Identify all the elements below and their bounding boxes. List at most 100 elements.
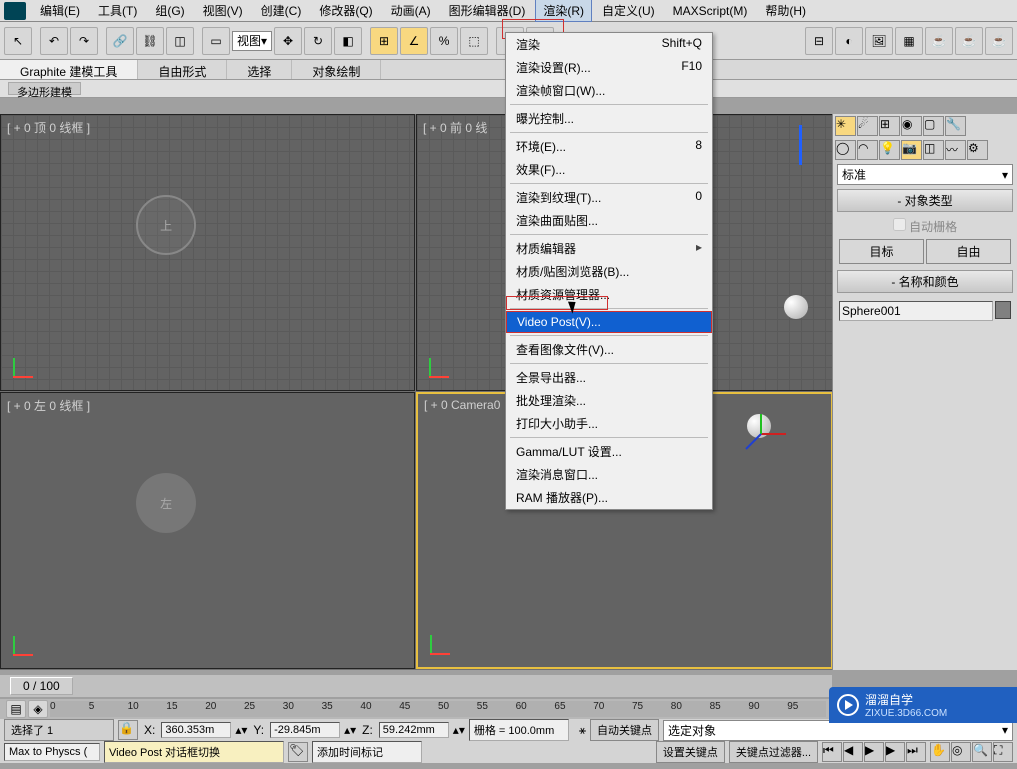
rollout-namecolor-header[interactable]: - 名称和颜色: [837, 270, 1013, 293]
render-preset-icon[interactable]: ☕: [955, 27, 983, 55]
create-subtype-dropdown[interactable]: 标准▾: [837, 164, 1013, 185]
x-coord-input[interactable]: [161, 722, 231, 738]
autokey-button[interactable]: 自动关键点: [590, 719, 659, 741]
render-menu-item[interactable]: 全景导出器...: [506, 366, 712, 389]
render-menu-item[interactable]: 渲染帧窗口(W)...: [506, 79, 712, 102]
render-setup-icon[interactable]: 🖼: [865, 27, 893, 55]
material-editor-icon[interactable]: ◐: [835, 27, 863, 55]
create-tab-icon[interactable]: ✳: [835, 116, 856, 136]
maximize-icon[interactable]: ⛶: [993, 742, 1013, 762]
motion-tab-icon[interactable]: ◉: [901, 116, 922, 136]
next-frame-icon[interactable]: ▶: [885, 742, 905, 762]
hierarchy-tab-icon[interactable]: ⊞: [879, 116, 900, 136]
render-menu-item[interactable]: Video Post(V)...: [506, 311, 712, 333]
move-gizmo-icon[interactable]: [741, 414, 791, 454]
sphere-object-front[interactable]: [784, 295, 808, 319]
ribbon-tab-selection[interactable]: 选择: [227, 60, 292, 79]
angle-snap-icon[interactable]: ∠: [400, 27, 428, 55]
shapes-icon[interactable]: ◠: [857, 140, 878, 160]
menu-help[interactable]: 帮助(H): [757, 0, 814, 22]
menu-maxscript[interactable]: MAXScript(M): [665, 1, 756, 21]
undo-icon[interactable]: ↶: [40, 27, 68, 55]
goto-end-icon[interactable]: ⏭: [906, 742, 926, 762]
render-last-icon[interactable]: ☕: [985, 27, 1013, 55]
viewport-left[interactable]: [ + 0 左 0 线框 ] 左: [0, 392, 415, 669]
render-menu-item[interactable]: 效果(F)...: [506, 158, 712, 181]
menu-customize[interactable]: 自定义(U): [594, 0, 663, 22]
orbit-icon[interactable]: ◎: [951, 742, 971, 762]
render-menu-item[interactable]: 环境(E)...8: [506, 135, 712, 158]
snap-toggle-icon[interactable]: ⊞: [370, 27, 398, 55]
spacewarps-icon[interactable]: 〰: [945, 140, 966, 160]
redo-icon[interactable]: ↷: [70, 27, 98, 55]
view-dropdown[interactable]: 视图 ▾: [232, 31, 272, 51]
render-menu-item[interactable]: 查看图像文件(V)...: [506, 338, 712, 361]
render-menu-item[interactable]: RAM 播放器(P)...: [506, 486, 712, 509]
menu-tools[interactable]: 工具(T): [90, 0, 145, 22]
menu-group[interactable]: 组(G): [147, 0, 192, 22]
render-menu-item[interactable]: 打印大小助手...: [506, 412, 712, 435]
viewport-top[interactable]: [ + 0 顶 0 线框 ] 上: [0, 114, 415, 391]
spinner-snap-icon[interactable]: ⬚: [460, 27, 488, 55]
addtag-icon[interactable]: 🏷: [288, 742, 308, 762]
menu-animation[interactable]: 动画(A): [383, 0, 439, 22]
menu-render[interactable]: 渲染(R): [535, 0, 592, 22]
play-icon[interactable]: ▶: [864, 742, 884, 762]
ribbon-tab-freeform[interactable]: 自由形式: [138, 60, 227, 79]
viewcube-left[interactable]: 左: [136, 473, 196, 533]
target-button[interactable]: 目标: [839, 239, 924, 264]
render-frame-icon[interactable]: ▦: [895, 27, 923, 55]
goto-start-icon[interactable]: ⏮: [822, 742, 842, 762]
trackbar-toggle-icon[interactable]: ▤: [6, 700, 26, 718]
render-menu-item[interactable]: 材质编辑器▸: [506, 237, 712, 260]
pan-icon[interactable]: ✋: [930, 742, 950, 762]
schematic-icon[interactable]: ⊟: [805, 27, 833, 55]
track-bar[interactable]: ▤ ◈ 051015202530354045505560657075808590…: [0, 699, 832, 719]
menu-create[interactable]: 创建(C): [253, 0, 310, 22]
rotate-icon[interactable]: ↻: [304, 27, 332, 55]
y-coord-input[interactable]: [270, 722, 340, 738]
ribbon-tab-graphite[interactable]: Graphite 建模工具: [0, 60, 138, 79]
menu-view[interactable]: 视图(V): [195, 0, 251, 22]
render-menu-item[interactable]: 渲染设置(R)...F10: [506, 56, 712, 79]
utilities-tab-icon[interactable]: 🔧: [945, 116, 966, 136]
ribbon-tab-objectpaint[interactable]: 对象绘制: [292, 60, 381, 79]
color-swatch[interactable]: [995, 301, 1011, 319]
script-listener[interactable]: Max to Physcs (: [4, 743, 100, 761]
time-slider-handle[interactable]: 0 / 100: [10, 677, 73, 695]
viewcube-top[interactable]: 上: [136, 195, 196, 255]
move-icon[interactable]: ✥: [274, 27, 302, 55]
render-menu-item[interactable]: 材质资源管理器...: [506, 283, 712, 306]
autogrid-checkbox[interactable]: 自动栅格: [839, 218, 1011, 235]
prev-frame-icon[interactable]: ◀: [843, 742, 863, 762]
object-name-input[interactable]: [839, 301, 993, 321]
setkey-button[interactable]: 设置关键点: [656, 741, 725, 763]
percent-snap-icon[interactable]: %: [430, 27, 458, 55]
render-menu-item[interactable]: 渲染Shift+Q: [506, 33, 712, 56]
cameras-icon[interactable]: 📷: [901, 140, 922, 160]
quick-render-icon[interactable]: ☕: [925, 27, 953, 55]
cursor-icon[interactable]: ↖: [4, 27, 32, 55]
unlink-icon[interactable]: ⛓: [136, 27, 164, 55]
zoom-icon[interactable]: 🔍: [972, 742, 992, 762]
render-menu-item[interactable]: 材质/贴图浏览器(B)...: [506, 260, 712, 283]
scale-icon[interactable]: ◧: [334, 27, 362, 55]
render-menu-item[interactable]: 渲染到纹理(T)...0: [506, 186, 712, 209]
free-button[interactable]: 自由: [926, 239, 1011, 264]
systems-icon[interactable]: ⚙: [967, 140, 988, 160]
addtag-label[interactable]: 添加时间标记: [312, 741, 422, 763]
display-tab-icon[interactable]: ▢: [923, 116, 944, 136]
keyfilter-button[interactable]: 关键点过滤器...: [729, 741, 818, 763]
render-menu-item[interactable]: 渲染曲面贴图...: [506, 209, 712, 232]
rollout-objecttype-header[interactable]: - 对象类型: [837, 189, 1013, 212]
lock-icon[interactable]: 🔒: [118, 720, 138, 740]
lights-icon[interactable]: 💡: [879, 140, 900, 160]
z-coord-input[interactable]: [379, 722, 449, 738]
menu-edit[interactable]: 编辑(E): [32, 0, 88, 22]
bind-icon[interactable]: ◫: [166, 27, 194, 55]
menu-modifiers[interactable]: 修改器(Q): [311, 0, 380, 22]
select-mode-icon[interactable]: ▭: [202, 27, 230, 55]
render-menu-item[interactable]: Gamma/LUT 设置...: [506, 440, 712, 463]
modify-tab-icon[interactable]: ☄: [857, 116, 878, 136]
trackbar-keys-icon[interactable]: ◈: [28, 700, 48, 718]
